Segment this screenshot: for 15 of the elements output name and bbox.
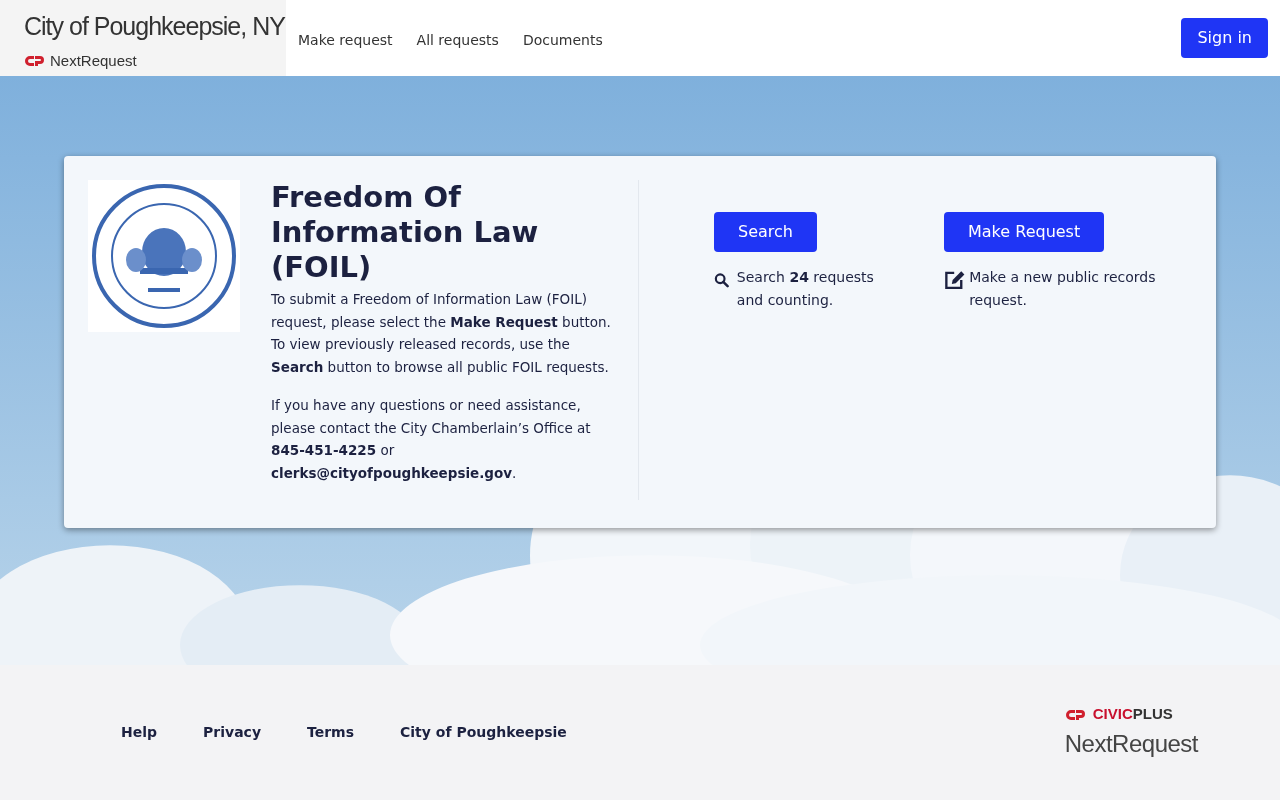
footer-link[interactable]: Privacy bbox=[203, 722, 261, 743]
brand-word: PLUS bbox=[1132, 705, 1173, 723]
site-title[interactable]: City of Poughkeepsie, NY bbox=[24, 8, 286, 46]
product-name: NextRequest bbox=[50, 50, 137, 71]
logo-icon bbox=[24, 54, 46, 67]
footer-link[interactable]: Help bbox=[121, 722, 158, 743]
nav-link[interactable]: Make request bbox=[298, 29, 393, 51]
logo-icon bbox=[1064, 708, 1087, 721]
nav-link[interactable]: Documents bbox=[522, 29, 603, 51]
nav-link[interactable]: All requests bbox=[416, 29, 499, 51]
product-name: NextRequest bbox=[1064, 728, 1198, 759]
footer-link[interactable]: Terms bbox=[307, 722, 355, 743]
sign-in-button[interactable]: Sign in bbox=[1181, 18, 1268, 58]
brand-word: CIVIC bbox=[1092, 705, 1133, 723]
footer-link[interactable]: City of Poughkeepsie bbox=[400, 722, 567, 743]
